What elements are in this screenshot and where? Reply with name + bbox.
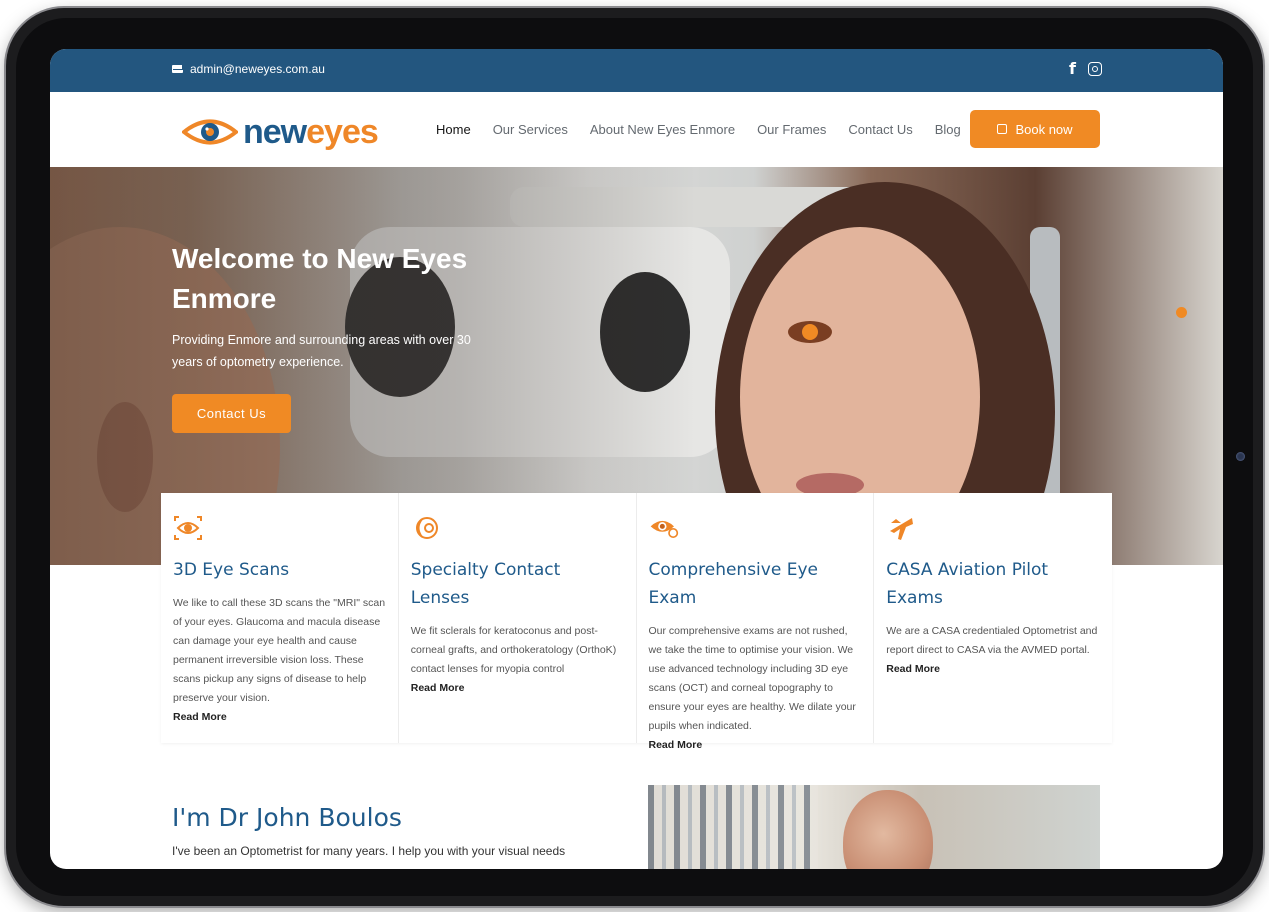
slider-dot[interactable] [1176, 307, 1187, 318]
read-more-link[interactable]: Read More [649, 736, 862, 755]
card-text: Our comprehensive exams are not rushed, … [648, 625, 856, 732]
card-title: Comprehensive Eye Exam [648, 560, 818, 608]
logo-text: neweyes [243, 113, 379, 151]
eye-logo-icon [182, 119, 238, 145]
airplane-icon [890, 518, 914, 540]
card-text: We fit sclerals for keratoconus and post… [410, 625, 617, 675]
doctor-photo [648, 785, 1100, 869]
instagram-icon[interactable] [1088, 62, 1102, 76]
card-title: 3D Eye Scans [173, 560, 290, 580]
doctor-portrait [843, 790, 933, 869]
facebook-icon[interactable]: f [1069, 60, 1076, 78]
hero-title: Welcome to New Eyes Enmore [172, 243, 468, 314]
main-navbar: neweyes Home Our Services About New Eyes… [50, 92, 1223, 167]
eye-exam-icon [650, 520, 678, 538]
site-logo[interactable]: neweyes [182, 113, 379, 151]
book-now-button[interactable]: Book now [970, 110, 1100, 148]
read-more-link[interactable]: Read More [411, 679, 624, 698]
about-text: I've been an Optometrist for many years.… [172, 844, 566, 858]
about-section: I'm Dr John Boulos I've been an Optometr… [172, 803, 612, 861]
read-more-link[interactable]: Read More [886, 660, 1100, 679]
email-text: admin@neweyes.com.au [190, 62, 325, 76]
email-link[interactable]: admin@neweyes.com.au [172, 62, 325, 76]
card-title: CASA Aviation Pilot Exams [886, 560, 1049, 608]
nav-item-about[interactable]: About New Eyes Enmore [590, 122, 735, 137]
eye-scan-icon [174, 516, 202, 540]
nav-item-home[interactable]: Home [436, 122, 471, 137]
service-card: Specialty Contact Lenses We fit sclerals… [399, 493, 637, 743]
about-heading: I'm Dr John Boulos [172, 803, 402, 832]
service-card: Comprehensive Eye Exam Our comprehensive… [637, 493, 875, 751]
services-cards: 3D Eye Scans We like to call these 3D sc… [161, 493, 1112, 751]
nav-menu: Home Our Services About New Eyes Enmore … [436, 122, 961, 137]
nav-item-our-services[interactable]: Our Services [493, 122, 568, 137]
card-title: Specialty Contact Lenses [410, 560, 561, 608]
nav-item-blog[interactable]: Blog [935, 122, 961, 137]
nav-item-our-frames[interactable]: Our Frames [757, 122, 826, 137]
nav-item-contact-us[interactable]: Contact Us [848, 122, 912, 137]
contact-lens-icon [415, 517, 438, 539]
hero-subtitle: Providing Enmore and surrounding areas w… [172, 333, 471, 369]
camera-icon [1236, 452, 1245, 461]
book-now-label: Book now [1015, 121, 1073, 137]
social-links: f [1069, 60, 1102, 78]
card-text: We like to call these 3D scans the "MRI"… [173, 597, 386, 704]
calendar-icon [997, 124, 1008, 134]
card-text: We are a CASA credentialed Optometrist a… [886, 625, 1098, 656]
read-more-link[interactable]: Read More [173, 708, 386, 727]
service-card: CASA Aviation Pilot Exams We are a CASA … [874, 493, 1112, 743]
shelf-background [648, 785, 818, 869]
top-bar: admin@neweyes.com.au f [50, 49, 1223, 92]
website-screen: admin@neweyes.com.au f neweyes Home Our … [50, 49, 1223, 869]
contact-us-button[interactable]: Contact Us [172, 394, 291, 433]
envelope-icon [172, 65, 183, 73]
service-card: 3D Eye Scans We like to call these 3D sc… [161, 493, 399, 743]
